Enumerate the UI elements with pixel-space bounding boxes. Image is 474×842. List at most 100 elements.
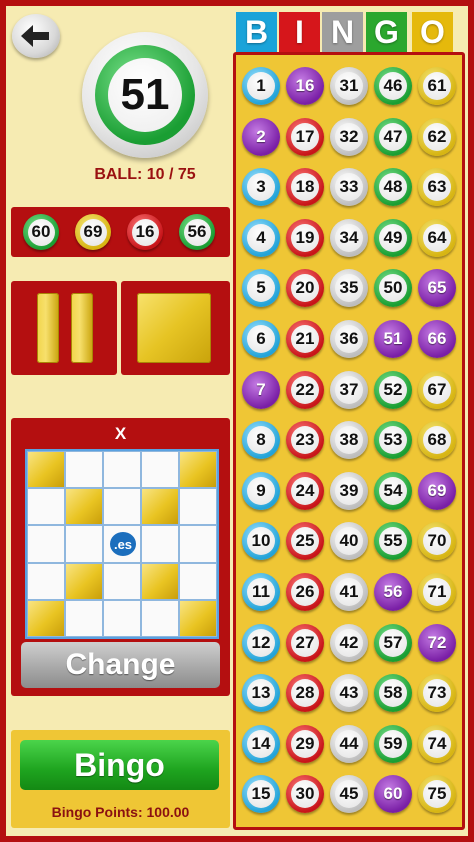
number-ball: 6: [242, 320, 280, 358]
number-ball-label: 40: [335, 527, 363, 556]
number-ball: 8: [242, 421, 280, 460]
number-ball-label: 24: [291, 476, 319, 505]
number-ball: 61: [418, 67, 456, 105]
last-ball: 56: [179, 214, 215, 250]
card-cell: [27, 451, 65, 489]
number-ball: 73: [418, 674, 456, 713]
number-ball: 44: [330, 724, 368, 763]
number-ball-label: 42: [335, 628, 363, 657]
number-ball-label: 22: [291, 375, 319, 404]
number-ball: 70: [418, 522, 456, 561]
number-ball-label: 2: [256, 126, 266, 146]
number-board: 1 16 31 46 61 2 17 32 47 62 3 18 33 48 63 4 19 34 49 64 5 20 3…: [233, 52, 465, 830]
number-ball: 33: [330, 168, 368, 207]
header-letter-b: B: [236, 12, 277, 52]
number-ball: 13: [242, 674, 280, 713]
number-ball: 45: [330, 775, 368, 814]
card-cell: [141, 451, 179, 489]
number-ball: 67: [418, 370, 456, 409]
number-ball: 20: [286, 269, 324, 308]
number-ball-label: 47: [379, 122, 407, 151]
last-ball-number: 60: [27, 218, 55, 246]
pause-button[interactable]: [11, 281, 117, 375]
number-ball: 43: [330, 674, 368, 713]
card-cell: [179, 525, 217, 563]
current-ball-number: 51: [108, 58, 182, 132]
number-ball: 22: [286, 370, 324, 409]
stop-button[interactable]: [121, 281, 230, 375]
card-cell: [65, 562, 103, 600]
number-ball-label: 49: [379, 223, 407, 252]
number-ball: 29: [286, 724, 324, 763]
number-ball: 39: [330, 471, 368, 510]
bingo-card-panel: X .es Change: [11, 418, 230, 696]
number-ball-label: 21: [291, 325, 319, 353]
number-ball-label: 27: [291, 628, 319, 657]
number-ball-label: 75: [423, 780, 451, 809]
number-ball: 42: [330, 623, 368, 662]
card-cell: [179, 562, 217, 600]
number-ball: 24: [286, 471, 324, 510]
header-letter-g: G: [366, 12, 407, 52]
number-ball-label: 4: [247, 223, 275, 252]
number-ball-label: 65: [427, 278, 447, 298]
number-ball-label: 39: [335, 476, 363, 505]
number-ball: 64: [418, 218, 456, 257]
number-ball-label: 1: [247, 72, 275, 100]
header-letter-n: N: [322, 12, 363, 52]
number-ball: 75: [418, 775, 456, 814]
number-ball: 17: [286, 117, 324, 156]
number-ball-label: 10: [247, 527, 275, 556]
pause-bar-right-icon: [71, 293, 93, 363]
number-ball-label: 74: [423, 729, 451, 758]
number-ball: 10: [242, 522, 280, 561]
number-ball-label: 33: [335, 173, 363, 202]
number-ball-label: 72: [427, 632, 447, 652]
number-ball-label: 20: [291, 274, 319, 303]
number-ball-label: 67: [423, 375, 451, 404]
number-ball: 4: [242, 218, 280, 257]
number-ball-label: 45: [335, 780, 363, 809]
number-ball-label: 68: [423, 426, 451, 455]
number-ball: 27: [286, 623, 324, 662]
current-ball: 51: [82, 32, 208, 158]
number-ball-label: 13: [247, 679, 275, 708]
last-ball-number: 16: [131, 218, 159, 246]
ball-count: BALL: 10 / 75: [94, 166, 196, 183]
last-ball: 60: [23, 214, 59, 250]
number-ball-label: 25: [291, 527, 319, 556]
number-ball-label: 51: [383, 329, 403, 348]
card-cell: [27, 599, 65, 637]
number-ball: 23: [286, 421, 324, 460]
number-ball-label: 12: [247, 628, 275, 657]
called-number-ball: 65: [418, 269, 456, 308]
number-ball-label: 46: [379, 72, 407, 100]
number-ball: 18: [286, 168, 324, 207]
number-ball: 1: [242, 67, 280, 105]
card-cell: [103, 451, 141, 489]
bingo-panel: Bingo Bingo Points: 100.00: [11, 730, 230, 828]
back-button[interactable]: [12, 14, 60, 58]
number-ball-label: 31: [335, 72, 363, 100]
number-ball-label: 54: [379, 476, 407, 505]
number-ball-label: 66: [427, 329, 447, 348]
number-ball-label: 34: [335, 223, 363, 252]
card-cell: [65, 451, 103, 489]
number-ball: 74: [418, 724, 456, 763]
number-ball-label: 15: [247, 780, 275, 809]
number-ball: 12: [242, 623, 280, 662]
number-ball: 54: [374, 471, 412, 510]
number-ball-label: 57: [379, 628, 407, 657]
number-ball: 31: [330, 67, 368, 105]
last-balls-panel: 60 69 16 56: [11, 207, 230, 257]
number-ball-label: 43: [335, 679, 363, 708]
number-ball-label: 35: [335, 274, 363, 303]
number-ball-label: 56: [383, 582, 403, 601]
change-card-button[interactable]: Change: [21, 642, 220, 688]
bingo-button[interactable]: Bingo: [20, 740, 219, 790]
number-ball: 48: [374, 168, 412, 207]
number-ball: 15: [242, 775, 280, 814]
number-ball-label: 9: [247, 476, 275, 505]
number-ball: 55: [374, 522, 412, 561]
number-ball: 47: [374, 117, 412, 156]
